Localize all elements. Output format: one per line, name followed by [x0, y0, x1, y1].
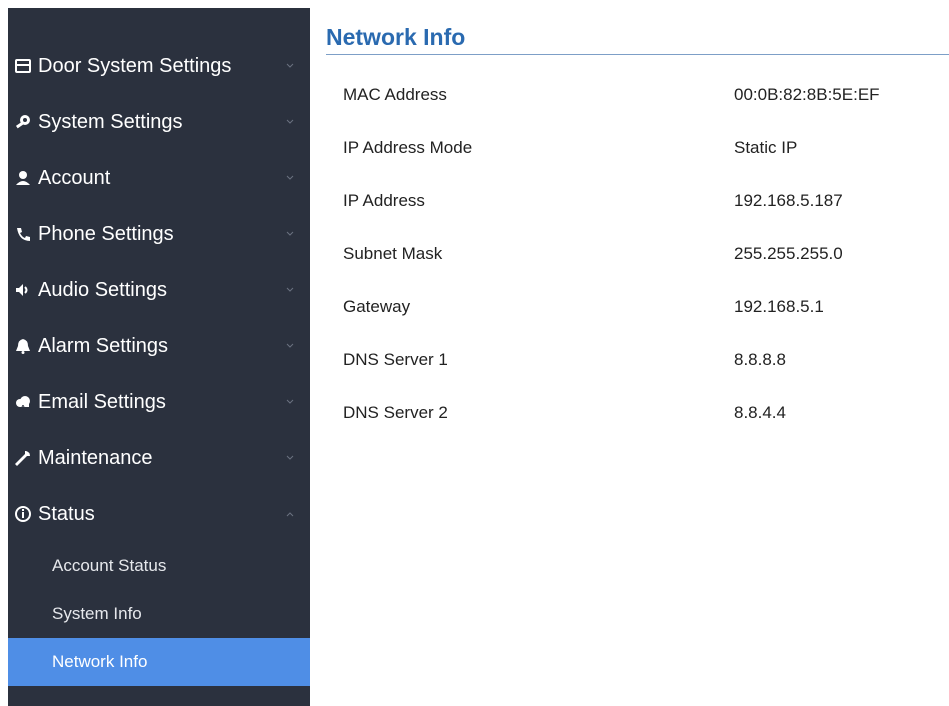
- title-divider: [326, 54, 949, 55]
- sidebar-item-maintenance[interactable]: Maintenance: [8, 430, 310, 486]
- left-gutter: [0, 0, 8, 706]
- phone-icon: [14, 225, 32, 243]
- bell-icon: [14, 337, 32, 355]
- chevron-down-icon: [285, 61, 295, 71]
- network-info-table: MAC Address 00:0B:82:8B:5E:EF IP Address…: [343, 68, 943, 439]
- sidebar-item-label: Door System Settings: [38, 54, 232, 77]
- sidebar-item-system-settings[interactable]: System Settings: [8, 94, 310, 150]
- sidebar-item-status[interactable]: Status: [8, 486, 310, 542]
- info-key: MAC Address: [343, 84, 447, 104]
- sidebar-item-label: Phone Settings: [38, 222, 174, 245]
- info-key: Gateway: [343, 296, 411, 316]
- sidebar-item-label: Maintenance: [38, 446, 153, 469]
- info-row-ip-address-mode: IP Address Mode Static IP: [343, 121, 943, 174]
- chevron-down-icon: [285, 285, 295, 295]
- info-value: 255.255.255.0: [734, 243, 843, 263]
- info-value: 8.8.8.8: [734, 349, 786, 369]
- info-value: 192.168.5.187: [734, 190, 843, 210]
- info-circle-icon: [14, 505, 32, 523]
- info-row-mac-address: MAC Address 00:0B:82:8B:5E:EF: [343, 68, 943, 121]
- sidebar-subitem-system-info[interactable]: System Info: [8, 590, 310, 638]
- info-key: IP Address: [343, 190, 425, 210]
- info-key: DNS Server 1: [343, 349, 448, 369]
- sidebar-item-label: Status: [38, 502, 95, 525]
- info-row-dns-server-1: DNS Server 1 8.8.8.8: [343, 333, 943, 386]
- status-submenu: Account Status System Info Network Info: [8, 542, 310, 686]
- top-strip: [0, 0, 949, 8]
- info-row-ip-address: IP Address 192.168.5.187: [343, 174, 943, 227]
- info-value: 192.168.5.1: [734, 296, 824, 316]
- speaker-icon: [14, 281, 32, 299]
- chevron-down-icon: [285, 341, 295, 351]
- info-row-gateway: Gateway 192.168.5.1: [343, 280, 943, 333]
- chevron-down-icon: [285, 453, 295, 463]
- chevron-down-icon: [285, 117, 295, 127]
- info-key: DNS Server 2: [343, 402, 448, 422]
- info-value: 00:0B:82:8B:5E:EF: [734, 84, 880, 104]
- sidebar-item-label: Alarm Settings: [38, 334, 169, 357]
- door-panel-icon: [14, 57, 32, 75]
- sidebar-subitem-account-status[interactable]: Account Status: [8, 542, 310, 590]
- chevron-down-icon: [285, 229, 295, 239]
- sidebar-item-door-system-settings[interactable]: Door System Settings: [8, 38, 310, 94]
- sidebar-item-label: Audio Settings: [38, 278, 167, 301]
- info-value: Static IP: [734, 137, 798, 157]
- wrench-icon: [14, 449, 32, 467]
- info-row-dns-server-2: DNS Server 2 8.8.4.4: [343, 386, 943, 439]
- sidebar-menu: Door System Settings System Settings Acc…: [8, 38, 310, 686]
- chevron-down-icon: [285, 397, 295, 407]
- sidebar-item-phone-settings[interactable]: Phone Settings: [8, 206, 310, 262]
- sidebar-item-email-settings[interactable]: Email Settings: [8, 374, 310, 430]
- sidebar-item-alarm-settings[interactable]: Alarm Settings: [8, 318, 310, 374]
- info-value: 8.8.4.4: [734, 402, 786, 422]
- cloud-icon: [14, 393, 32, 411]
- chevron-down-icon: [285, 173, 295, 183]
- sidebar-item-label: System Settings: [38, 110, 183, 133]
- wrench-key-icon: [14, 113, 32, 131]
- sidebar-item-label: Account: [38, 166, 111, 189]
- info-row-subnet-mask: Subnet Mask 255.255.255.0: [343, 227, 943, 280]
- info-key: IP Address Mode: [343, 137, 473, 157]
- chevron-up-icon: [285, 509, 295, 519]
- page-title: Network Info: [326, 24, 466, 50]
- sidebar-item-audio-settings[interactable]: Audio Settings: [8, 262, 310, 318]
- user-icon: [14, 169, 32, 187]
- main-content: Network Info MAC Address 00:0B:82:8B:5E:…: [326, 8, 949, 706]
- sidebar-item-account[interactable]: Account: [8, 150, 310, 206]
- info-key: Subnet Mask: [343, 243, 443, 263]
- sidebar: Door System Settings System Settings Acc…: [8, 8, 310, 706]
- sidebar-item-label: Email Settings: [38, 390, 166, 413]
- sidebar-subitem-network-info[interactable]: Network Info: [8, 638, 310, 686]
